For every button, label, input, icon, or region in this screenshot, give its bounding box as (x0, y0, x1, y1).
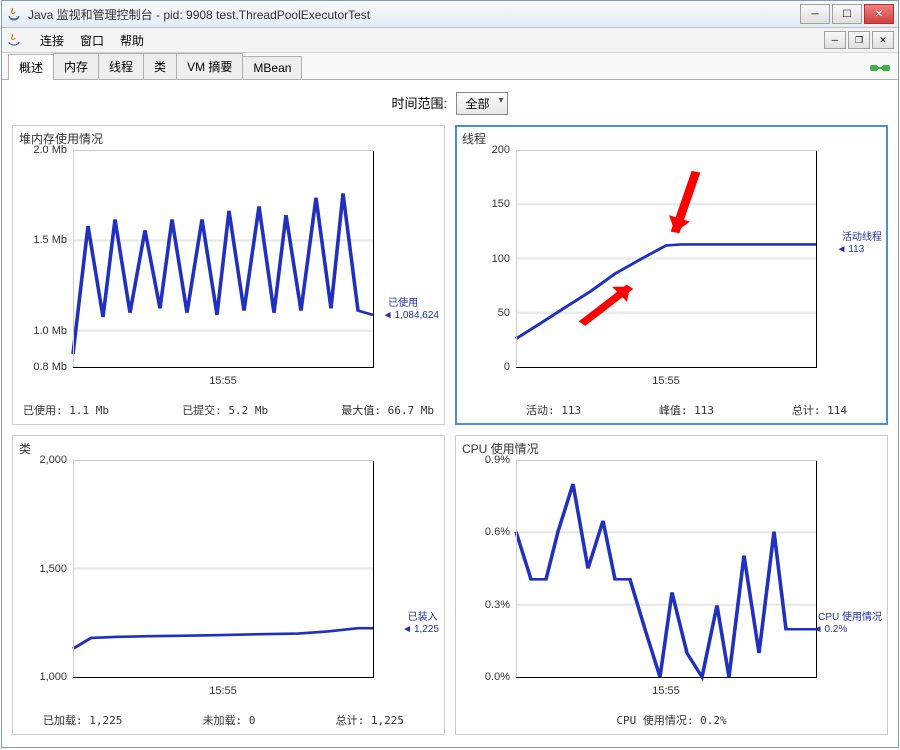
time-range-select[interactable]: 全部 (456, 92, 508, 115)
tab-classes[interactable]: 类 (143, 53, 177, 79)
inner-minimize-button[interactable]: ─ (824, 31, 846, 49)
stat-total: 总计: 114 (792, 402, 847, 418)
panel-stats: 活动: 113 峰值: 113 总计: 114 (466, 402, 877, 418)
stat-committed: 已提交: 5.2 Mb (182, 402, 268, 418)
stat-max: 最大值: 66.7 Mb (341, 402, 434, 418)
chart-threads: 200 150 100 50 0 (516, 150, 817, 368)
side-label-name: 活动线程 (842, 232, 882, 243)
tabbar: 概述 内存 线程 类 VM 摘要 MBean (2, 53, 898, 80)
app-window: Java 监视和管理控制台 - pid: 9908 test.ThreadPoo… (1, 0, 899, 748)
panel-title: 线程 (462, 130, 486, 147)
tab-overview[interactable]: 概述 (8, 54, 54, 80)
side-label-name: 已使用 (388, 298, 418, 309)
ytick: 1,500 (39, 563, 73, 575)
menu-help[interactable]: 帮助 (112, 30, 152, 51)
ytick: 50 (498, 307, 516, 319)
stat-live: 活动: 113 (526, 402, 581, 418)
xlabel: 15:55 (209, 375, 237, 387)
ytick: 2,000 (39, 454, 73, 466)
chart-side-label: 已装入 ◄1,225 (402, 612, 439, 636)
window-controls: ─ ☐ ✕ (800, 4, 894, 24)
tab-vmsummary[interactable]: VM 摘要 (176, 53, 243, 79)
chart-heap: 2.0 Mb 1.5 Mb 1.0 Mb 0.8 Mb 已使用 ◄1,084,6… (73, 150, 374, 368)
panel-cpu[interactable]: CPU 使用情况 0.9% 0.6% 0.3% 0.0% CPU 使用情况 ◄0… (455, 435, 888, 735)
panel-classes[interactable]: 类 2,000 1,500 1,000 已装入 ◄1,225 15:55 (12, 435, 445, 735)
stat-total: 总计: 1,225 (336, 712, 404, 728)
ytick: 150 (492, 198, 516, 210)
ytick: 1,000 (39, 671, 73, 683)
xlabel: 15:55 (652, 685, 680, 697)
stat-cpu: CPU 使用情况: 0.2% (616, 712, 726, 728)
side-label-value: 113 (848, 244, 864, 255)
side-label-name: CPU 使用情况 (818, 612, 882, 623)
stat-unloaded: 未加载: 0 (203, 712, 256, 728)
side-label-value: 1,225 (414, 624, 439, 635)
connection-status-icon (868, 61, 892, 75)
time-range-row: 时间范围: 全部 (12, 92, 888, 115)
chart-classes: 2,000 1,500 1,000 已装入 ◄1,225 15:55 (73, 460, 374, 678)
ytick: 0 (504, 361, 516, 373)
inner-restore-button[interactable]: ❐ (848, 31, 870, 49)
panel-threads[interactable]: 线程 200 150 100 50 0 (455, 125, 888, 425)
stat-peak: 峰值: 113 (659, 402, 714, 418)
menu-connect[interactable]: 连接 (32, 30, 72, 51)
close-button[interactable]: ✕ (864, 4, 894, 24)
menu-window[interactable]: 窗口 (72, 30, 112, 51)
ytick: 100 (492, 253, 516, 265)
time-range-label: 时间范围: (392, 96, 448, 111)
ytick: 0.8 Mb (33, 361, 73, 373)
ytick: 1.0 Mb (33, 325, 73, 337)
chart-side-label: 活动线程 ◄113 (836, 232, 882, 256)
stat-loaded: 已加载: 1,225 (43, 712, 122, 728)
java-icon (6, 32, 22, 48)
chart-cpu: 0.9% 0.6% 0.3% 0.0% CPU 使用情况 ◄0.2% 15:55 (516, 460, 817, 678)
minimize-button[interactable]: ─ (800, 4, 830, 24)
tab-memory[interactable]: 内存 (53, 53, 99, 79)
content-area: 时间范围: 全部 堆内存使用情况 2.0 Mb 1.5 Mb 1.0 Mb 0.… (2, 80, 898, 747)
ytick: 0.3% (485, 599, 516, 611)
side-label-value: 1,084,624 (395, 310, 440, 321)
ytick: 2.0 Mb (33, 144, 73, 156)
chart-grid: 堆内存使用情况 2.0 Mb 1.5 Mb 1.0 Mb 0.8 Mb 已使用 … (12, 125, 888, 735)
ytick: 0.9% (485, 454, 516, 466)
inner-close-button[interactable]: ✕ (872, 31, 894, 49)
panel-stats: 已使用: 1.1 Mb 已提交: 5.2 Mb 最大值: 66.7 Mb (23, 402, 434, 418)
chart-side-label: 已使用 ◄1,084,624 (383, 298, 439, 322)
stat-used: 已使用: 1.1 Mb (23, 402, 109, 418)
tab-mbean[interactable]: MBean (242, 56, 302, 79)
ytick: 0.0% (485, 671, 516, 683)
panel-stats: CPU 使用情况: 0.2% (466, 712, 877, 728)
panel-stats: 已加载: 1,225 未加载: 0 总计: 1,225 (23, 712, 434, 728)
panel-heap[interactable]: 堆内存使用情况 2.0 Mb 1.5 Mb 1.0 Mb 0.8 Mb 已使用 … (12, 125, 445, 425)
xlabel: 15:55 (652, 375, 680, 387)
titlebar: Java 监视和管理控制台 - pid: 9908 test.ThreadPoo… (2, 1, 898, 28)
ytick: 1.5 Mb (33, 234, 73, 246)
java-icon (6, 6, 22, 22)
menubar: 连接 窗口 帮助 ─ ❐ ✕ (2, 28, 898, 53)
side-label-value: 0.2% (824, 624, 847, 635)
ytick: 0.6% (485, 526, 516, 538)
maximize-button[interactable]: ☐ (832, 4, 862, 24)
side-label-name: 已装入 (408, 612, 438, 623)
ytick: 200 (492, 144, 516, 156)
tab-threads[interactable]: 线程 (98, 53, 144, 79)
window-title: Java 监视和管理控制台 - pid: 9908 test.ThreadPoo… (28, 6, 800, 23)
panel-title: 类 (19, 440, 31, 457)
xlabel: 15:55 (209, 685, 237, 697)
chart-side-label: CPU 使用情况 ◄0.2% (813, 612, 882, 636)
